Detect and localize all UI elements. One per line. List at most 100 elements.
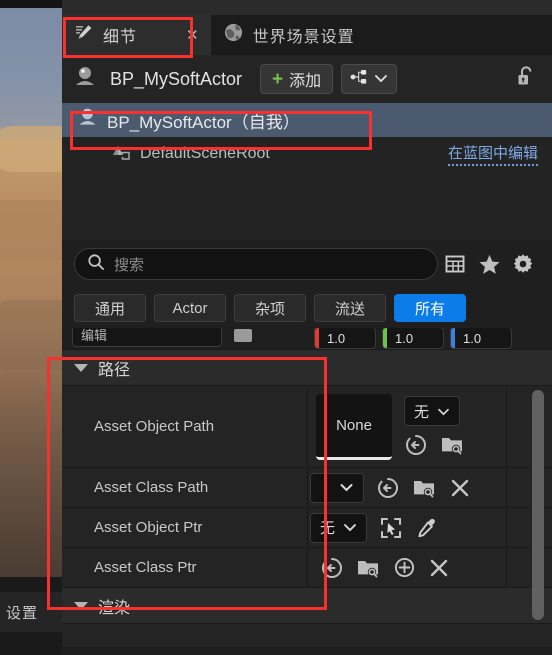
asset-type-dropdown[interactable]: 无 [404,396,461,426]
tree-row-default-scene-root[interactable]: DefaultSceneRoot 在蓝图中编辑 [62,137,552,171]
filter-pill-misc[interactable]: 杂项 [234,294,306,322]
property-label: Asset Object Ptr [94,519,203,536]
table-view-icon[interactable] [438,253,472,275]
tree-row-self[interactable]: BP_MySoftActor（自我） [62,103,552,137]
actor-toolbar: BP_MySoftActor + 添加 [62,55,552,103]
rgb-r-value: 1.0 [327,330,346,346]
add-plus-icon: + [272,68,284,90]
chevron-down-icon [437,403,450,420]
asset-type-value: 无 [414,403,430,421]
folder-search-icon[interactable] [412,477,437,499]
tab-close-icon[interactable]: ✕ [186,28,199,43]
globe-icon [223,22,244,48]
property-list-scrollbar[interactable] [532,390,544,652]
rgb-field-r[interactable]: 1.0 [314,328,376,349]
filter-pill-actor[interactable]: Actor [154,294,226,322]
section-header-path[interactable]: 路径 [62,350,552,386]
tree-row-default-scene-root-label: DefaultSceneRoot [140,145,270,162]
section-header-path-label: 路径 [98,361,131,379]
clipped-combo[interactable]: 编辑 [72,328,222,347]
add-plus-icon[interactable] [393,556,416,579]
scrollbar-thumb[interactable] [532,390,544,620]
folder-search-icon[interactable] [440,434,465,456]
rgb-g-value: 1.0 [395,330,414,346]
clear-x-icon[interactable] [428,557,450,579]
browse-back-icon[interactable] [376,476,400,500]
add-component-button[interactable]: + 添加 [260,64,334,94]
chevron-down-icon [343,519,357,536]
favorite-star-icon[interactable] [472,253,506,275]
category-filter-bar: 通用 Actor 杂项 流送 所有 [62,288,552,328]
blueprint-options-button[interactable] [341,64,398,94]
object-ptr-dropdown[interactable]: 无 [310,512,368,543]
filter-pill-streaming[interactable]: 流送 [314,294,386,322]
property-column-divider [248,548,308,587]
details-search-row: 搜索 [62,240,552,288]
property-list: 编辑 1.0 1.0 1.0 路径 Asset Object Path None… [62,328,552,655]
property-value-cell: 无 [308,508,506,547]
level-viewport[interactable]: 设置 [0,0,62,655]
asset-controls: 无 [404,396,465,457]
property-column-divider [248,386,308,467]
viewport-shadow [0,330,62,577]
clear-x-icon[interactable] [449,477,471,499]
search-input[interactable]: 搜索 [74,248,438,280]
property-row-asset-object-ptr: Asset Object Ptr 无 [62,508,552,548]
viewport-dune [0,126,62,172]
class-path-dropdown[interactable] [310,472,364,503]
actor-name-label: BP_MySoftActor [110,68,243,89]
clipped-property-row: 编辑 1.0 1.0 1.0 [62,328,552,350]
tree-row-self-label: BP_MySoftActor（自我） [107,112,300,132]
rgb-field-b[interactable]: 1.0 [450,328,512,349]
browse-back-icon[interactable] [320,556,344,580]
tab-details[interactable]: 细节 ✕ [62,15,211,55]
tab-details-label: 细节 [103,29,138,46]
lock-details-button[interactable] [514,64,538,95]
rgb-b-value: 1.0 [463,330,482,346]
section-header-render-label: 渲染 [98,599,131,617]
blueprint-graph-icon [350,69,371,90]
settings-label: 设置 [6,604,39,622]
chevron-down-icon [374,70,388,88]
section-header-render[interactable]: 渲染 [62,588,552,624]
clipped-checkbox[interactable] [234,329,252,342]
property-row-tail [506,468,552,507]
panel-top-strip [62,0,552,15]
component-tree: BP_MySoftActor（自我） DefaultSceneRoot 在蓝图中… [62,103,552,240]
property-label: Asset Class Ptr [94,559,197,576]
property-row-asset-object-path: Asset Object Path None 无 [62,386,552,468]
settings-gear-icon[interactable] [506,253,540,275]
chevron-down-icon [339,479,354,496]
edit-in-blueprint-link[interactable]: 在蓝图中编辑 [447,142,538,166]
asset-none-box[interactable]: None [316,393,392,460]
property-row-asset-class-ptr: Asset Class Ptr [62,548,552,588]
expand-triangle-icon [74,601,88,610]
property-label: Asset Class Path [94,479,209,496]
settings-sidebar-tab[interactable]: 设置 [0,592,62,632]
property-label: Asset Object Path [94,418,215,435]
filter-pill-common[interactable]: 通用 [74,294,146,322]
search-icon [87,253,105,276]
expand-triangle-icon [74,363,88,372]
eyedropper-icon[interactable] [415,516,439,540]
property-value-cell [308,548,506,587]
clipped-left-cell: 编辑 [62,328,252,349]
rgb-field-g[interactable]: 1.0 [382,328,444,349]
add-component-label: 添加 [289,73,322,90]
app-root: 设置 细节 ✕ 世界场景设置 BP_MySoftActor + 添加 BP_My… [0,0,552,655]
filter-pill-all[interactable]: 所有 [394,294,466,322]
browse-back-icon[interactable] [404,433,428,457]
folder-search-icon[interactable] [356,557,381,579]
unlock-icon [514,64,538,95]
property-row-tail [506,548,552,587]
clipped-rgb-fields: 1.0 1.0 1.0 [314,328,512,349]
details-panel: 细节 ✕ 世界场景设置 BP_MySoftActor + 添加 BP_MySof… [62,0,552,655]
picker-target-icon[interactable] [379,516,403,540]
viewport-dune [0,200,62,260]
property-column-divider [248,468,308,507]
actor-icon [72,64,98,95]
property-value-cell [308,468,506,507]
panel-tab-bar: 细节 ✕ 世界场景设置 [62,15,552,55]
tab-world-settings[interactable]: 世界场景设置 [211,15,367,55]
property-row-tail [506,508,552,547]
